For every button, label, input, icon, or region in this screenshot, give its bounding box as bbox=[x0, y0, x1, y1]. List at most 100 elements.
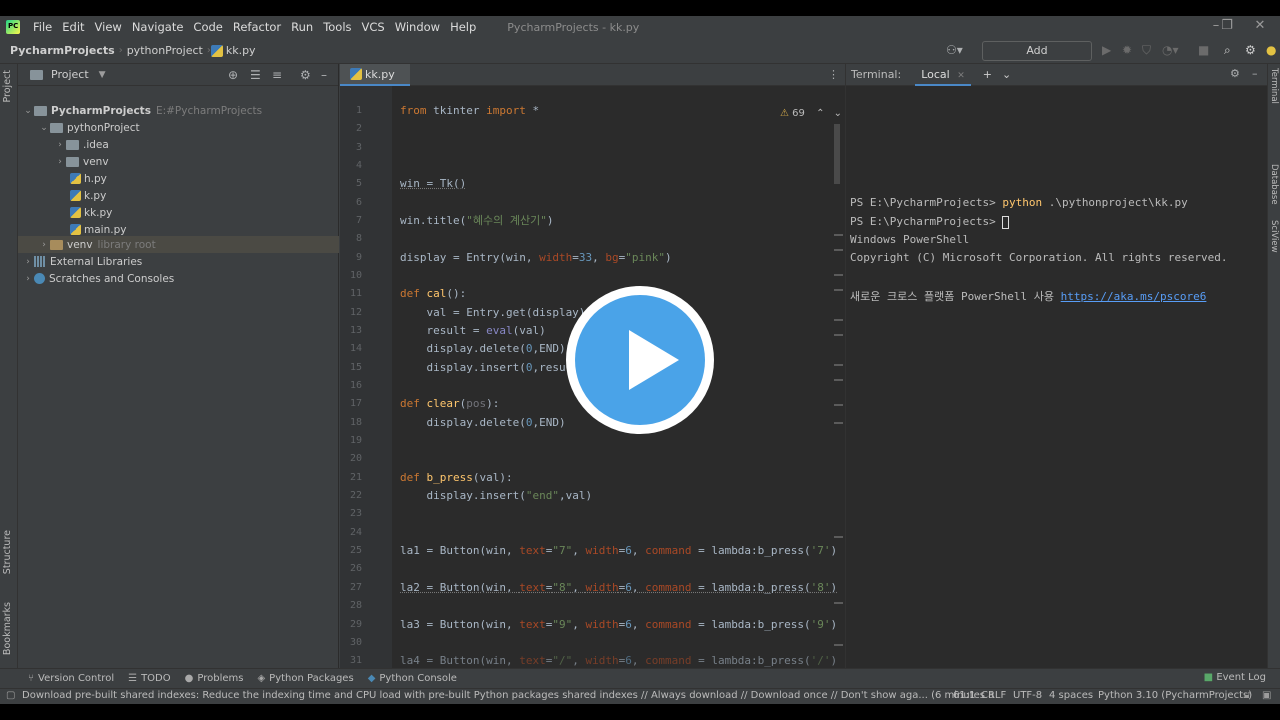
video-play-button[interactable] bbox=[566, 286, 714, 434]
event-log-tab[interactable]: ■ Event Log bbox=[1204, 672, 1266, 683]
chevron-down-icon[interactable]: ⌄ bbox=[1002, 68, 1011, 81]
menu-view[interactable]: View bbox=[90, 20, 127, 34]
sciview-tool-tab[interactable]: SciView bbox=[1269, 220, 1279, 253]
menu-help[interactable]: Help bbox=[445, 20, 481, 34]
python-interpreter[interactable]: Python 3.10 (PycharmProjects) bbox=[1098, 690, 1252, 701]
coverage-icon[interactable]: ⛉ bbox=[1142, 43, 1151, 58]
expand-all-icon[interactable]: ☰ bbox=[250, 68, 261, 82]
menu-window[interactable]: Window bbox=[390, 20, 445, 34]
menu-navigate[interactable]: Navigate bbox=[127, 20, 189, 34]
chevron-down-icon[interactable]: ▼ bbox=[99, 70, 106, 80]
line-number: 30 bbox=[349, 637, 362, 648]
lock-icon[interactable]: 🔓︎ bbox=[1244, 690, 1250, 701]
project-panel-title[interactable]: Project bbox=[51, 68, 89, 81]
terminal-tab-local[interactable]: Local ✕ bbox=[915, 64, 971, 86]
chevron-right-icon[interactable]: › bbox=[38, 240, 50, 250]
caret-position[interactable]: 61:1 bbox=[953, 690, 975, 701]
menu-run[interactable]: Run bbox=[286, 20, 318, 34]
more-icon[interactable]: ⋮ bbox=[828, 68, 839, 81]
chevron-down-icon[interactable]: ⌄ bbox=[38, 123, 50, 133]
scratches-icon bbox=[34, 273, 45, 284]
tree-item-external-libraries[interactable]: › External Libraries bbox=[18, 253, 339, 270]
menu-file[interactable]: File bbox=[28, 20, 57, 34]
file-encoding[interactable]: UTF-8 bbox=[1013, 690, 1042, 701]
tree-item-label: .idea bbox=[83, 138, 109, 151]
tree-item-kk-py[interactable]: kk.py bbox=[18, 204, 339, 221]
line-separator[interactable]: CRLF bbox=[981, 690, 1006, 701]
add-configuration-button[interactable]: Add Configuration... bbox=[982, 41, 1092, 75]
chevron-right-icon[interactable]: › bbox=[22, 257, 34, 267]
editor-error-stripe[interactable] bbox=[832, 124, 844, 674]
gear-icon[interactable]: ⚙ bbox=[300, 68, 311, 82]
left-tool-strip: Project Structure Bookmarks bbox=[0, 64, 18, 674]
hide-icon[interactable]: – bbox=[321, 68, 327, 82]
menu-refactor[interactable]: Refactor bbox=[228, 20, 286, 34]
tree-item-venv[interactable]: › venv bbox=[18, 153, 339, 170]
editor-tab-kk-py[interactable]: kk.py bbox=[340, 64, 410, 86]
python-console-tab[interactable]: ◆ Python Console bbox=[368, 673, 457, 684]
hide-icon[interactable]: – bbox=[1252, 67, 1258, 80]
breadcrumb-file[interactable]: kk.py bbox=[226, 44, 260, 57]
pscore6-link[interactable]: https://aka.ms/pscore6 bbox=[1061, 290, 1207, 303]
todo-tab[interactable]: ☰ TODO bbox=[128, 673, 171, 684]
version-control-tab[interactable]: ⑂ Version Control bbox=[28, 673, 114, 684]
breadcrumb-root[interactable]: PycharmProjects bbox=[0, 44, 119, 57]
tree-item-scratches[interactable]: › Scratches and Consoles bbox=[18, 270, 339, 287]
tree-item-label: main.py bbox=[84, 223, 127, 236]
search-icon[interactable]: ⌕ bbox=[1224, 43, 1231, 58]
profile-icon[interactable]: ◔▾ bbox=[1162, 43, 1179, 57]
notifications-icon[interactable]: ▣ bbox=[1262, 690, 1271, 701]
tree-item-label: k.py bbox=[84, 189, 107, 202]
python-packages-tab[interactable]: ◈ Python Packages bbox=[257, 673, 353, 684]
tree-item-venv-library[interactable]: › venv library root bbox=[18, 236, 339, 253]
line-number: 28 bbox=[349, 600, 362, 611]
line-number: 16 bbox=[349, 380, 362, 391]
menu-code[interactable]: Code bbox=[188, 20, 227, 34]
play-icon bbox=[629, 330, 679, 390]
tree-item-idea[interactable]: › .idea bbox=[18, 136, 339, 153]
tree-item-k-py[interactable]: k.py bbox=[18, 187, 339, 204]
structure-tool-tab[interactable]: Structure bbox=[2, 530, 13, 574]
breadcrumb-project[interactable]: pythonProject bbox=[123, 44, 207, 57]
terminal-panel[interactable]: Terminal: Local ✕ + ⌄ ⚙ – PS E:\PycharmP… bbox=[845, 64, 1267, 674]
library-icon bbox=[34, 256, 46, 267]
menu-tools[interactable]: Tools bbox=[318, 20, 356, 34]
tree-item-h-py[interactable]: h.py bbox=[18, 170, 339, 187]
bookmarks-tool-tab[interactable]: Bookmarks bbox=[2, 602, 13, 655]
terminal-tool-tab[interactable]: Terminal bbox=[1269, 68, 1279, 104]
close-tab-icon[interactable]: ✕ bbox=[957, 71, 965, 81]
tree-item-hint: library root bbox=[97, 238, 156, 251]
user-icon[interactable]: ⚇▾ bbox=[946, 43, 963, 57]
collapse-all-icon[interactable]: ≡ bbox=[272, 68, 282, 82]
new-tab-icon[interactable]: + bbox=[983, 68, 992, 81]
code-line: result = eval(val) bbox=[400, 324, 546, 337]
code-line: display.delete(0,END) bbox=[400, 342, 566, 355]
line-number: 14 bbox=[349, 343, 362, 354]
close-icon[interactable]: ✕ bbox=[1240, 18, 1280, 33]
menu-edit[interactable]: Edit bbox=[57, 20, 89, 34]
indent-setting[interactable]: 4 spaces bbox=[1049, 690, 1093, 701]
chevron-right-icon[interactable]: › bbox=[54, 140, 66, 150]
settings-icon[interactable]: ⚙ bbox=[1245, 43, 1256, 57]
status-message[interactable]: Download pre-built shared indexes: Reduc… bbox=[22, 690, 994, 701]
problems-tab[interactable]: ● Problems bbox=[185, 673, 244, 684]
run-icon[interactable]: ▶ bbox=[1102, 43, 1111, 57]
locate-icon[interactable]: ⊕ bbox=[228, 68, 238, 82]
chevron-right-icon[interactable]: › bbox=[54, 157, 66, 167]
code-line: la1 = Button(win, text="7", width=6, com… bbox=[400, 544, 838, 557]
tree-item-label: PycharmProjects bbox=[51, 104, 151, 117]
debug-icon[interactable]: ✹ bbox=[1122, 43, 1132, 57]
stop-icon[interactable]: ■ bbox=[1198, 43, 1209, 57]
chevron-down-icon[interactable]: ⌄ bbox=[22, 106, 34, 116]
database-tool-tab[interactable]: Database bbox=[1269, 164, 1279, 205]
line-number: 11 bbox=[349, 288, 362, 299]
tree-item-pycharmprojects[interactable]: ⌄ PycharmProjects E:#PycharmProjects bbox=[18, 102, 339, 119]
project-tool-tab[interactable]: Project bbox=[2, 70, 13, 103]
menu-vcs[interactable]: VCS bbox=[357, 20, 390, 34]
tree-item-pythonproject[interactable]: ⌄ pythonProject bbox=[18, 119, 339, 136]
plugin-icon[interactable]: ● bbox=[1266, 43, 1276, 57]
code-line: win.title("혜수의 계산기") bbox=[400, 214, 554, 227]
gear-icon[interactable]: ⚙ bbox=[1230, 67, 1240, 80]
chevron-right-icon[interactable]: › bbox=[22, 274, 34, 284]
toggle-panel-icon[interactable]: ▢ bbox=[6, 690, 15, 701]
